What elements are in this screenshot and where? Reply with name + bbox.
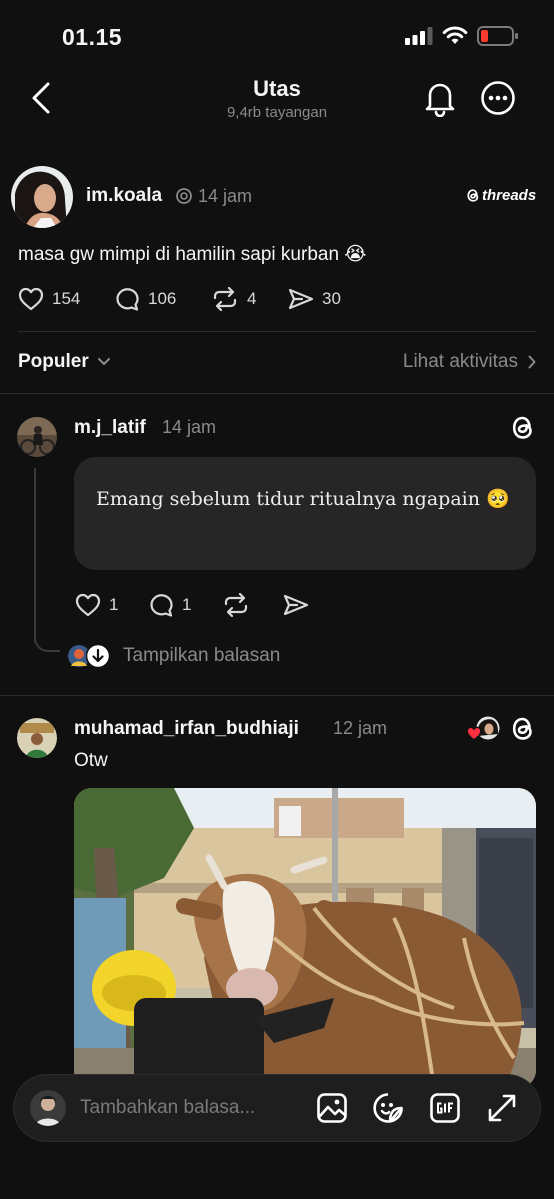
notification-button[interactable] — [422, 79, 458, 117]
threads-logo-icon — [510, 414, 536, 442]
bell-icon — [425, 83, 455, 117]
activity-link[interactable]: Lihat aktivitas — [403, 351, 536, 373]
reply-time: 14 jam — [162, 417, 217, 437]
send-icon — [283, 594, 309, 616]
reply-button[interactable]: 106 — [114, 287, 176, 311]
expand-icon — [488, 1094, 516, 1122]
image-button[interactable] — [316, 1092, 348, 1124]
reply-repost-button[interactable] — [222, 593, 250, 617]
send-icon — [288, 288, 314, 310]
threads-logo-icon — [510, 715, 536, 743]
author-avatar[interactable] — [11, 166, 73, 228]
share-button[interactable]: 30 — [288, 287, 341, 311]
activity-label: Lihat aktivitas — [402, 351, 518, 372]
comment-icon — [116, 288, 139, 311]
reply-reply-button[interactable]: 1 — [148, 593, 191, 617]
threads-wordmark: threads — [482, 187, 537, 204]
view-count: 9,4rb tayangan — [226, 104, 328, 121]
threads-brand: threads — [466, 187, 536, 204]
liked-by-author — [466, 716, 500, 742]
more-options-button[interactable] — [480, 80, 516, 116]
chevron-down-icon — [97, 358, 110, 365]
reply-reply-count: 1 — [182, 595, 192, 614]
arrow-down-icon — [86, 644, 110, 668]
threads-badge-icon — [175, 187, 193, 205]
sticker-button[interactable] — [372, 1092, 404, 1124]
show-replies-button[interactable]: Tampilkan balasan — [67, 644, 280, 668]
divider — [18, 331, 536, 332]
heart-icon — [75, 593, 101, 617]
signal-icon — [405, 27, 433, 45]
my-avatar — [30, 1090, 66, 1126]
reply-like-button[interactable]: 1 — [75, 593, 118, 617]
sticker-icon — [373, 1093, 403, 1123]
reply-avatar[interactable] — [17, 417, 57, 457]
post-time: 14 jam — [198, 186, 253, 206]
show-replies-label: Tampilkan balasan — [123, 645, 281, 666]
page-title: Utas — [253, 76, 301, 101]
reply-text: Otw — [74, 750, 108, 771]
reply-username[interactable]: muhamad_irfan_budhiaji — [74, 718, 299, 740]
gif-icon — [430, 1093, 460, 1123]
author-username[interactable]: im.koala — [86, 185, 162, 207]
repost-count: 4 — [247, 289, 257, 308]
reply-like-count: 1 — [109, 595, 119, 614]
sort-label: Populer — [18, 351, 89, 372]
divider — [0, 393, 554, 394]
repost-button[interactable]: 4 — [211, 287, 256, 311]
chevron-right-icon — [528, 355, 536, 369]
expand-button[interactable] — [486, 1092, 518, 1124]
battery-icon — [477, 25, 519, 47]
threads-logo-icon — [467, 189, 479, 202]
reply-time: 12 jam — [333, 718, 388, 738]
comment-icon — [150, 594, 173, 617]
replier-avatars — [67, 644, 110, 668]
share-count: 30 — [322, 289, 341, 308]
reply-bubble: Emang sebelum tidur ritualnya ngapain 🥺 — [74, 457, 536, 570]
repost-icon — [224, 593, 248, 617]
like-button[interactable]: 154 — [18, 287, 80, 311]
repost-icon — [213, 287, 237, 311]
wifi-icon — [442, 25, 468, 45]
divider — [0, 695, 554, 696]
heart-filled-icon — [466, 726, 482, 741]
more-dots-icon — [481, 81, 515, 115]
gif-button[interactable] — [429, 1092, 461, 1124]
image-icon — [317, 1093, 347, 1123]
thread-line — [34, 468, 36, 642]
reply-avatar[interactable] — [17, 718, 57, 758]
status-time: 01.15 — [62, 24, 123, 50]
reply-photo[interactable] — [74, 788, 536, 1088]
reply-count: 106 — [148, 289, 177, 308]
post-text: masa gw mimpi di hamilin sapi kurban 😭 — [18, 244, 367, 265]
thread-line-curve — [34, 630, 60, 652]
sort-dropdown[interactable]: Populer — [18, 351, 111, 373]
heart-icon — [18, 287, 44, 311]
like-count: 154 — [52, 289, 81, 308]
reply-share-button[interactable] — [283, 593, 309, 617]
reply-input[interactable] — [80, 1090, 300, 1126]
reply-username[interactable]: m.j_latif — [74, 417, 146, 439]
